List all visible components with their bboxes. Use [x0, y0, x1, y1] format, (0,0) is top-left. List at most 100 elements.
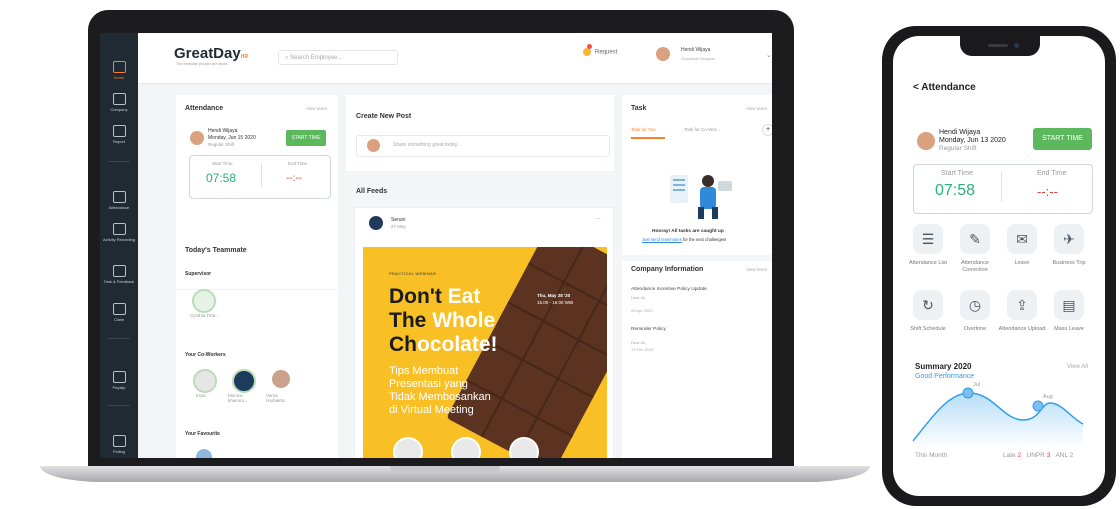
avatar[interactable] — [193, 369, 217, 393]
send-teammates-link[interactable]: Just send teammates — [642, 237, 682, 242]
sidebar-item-home[interactable]: Home — [100, 61, 138, 80]
bell-icon — [583, 44, 592, 56]
task-illustration — [670, 175, 732, 219]
attendance-date: Monday, Jun 13 2020 — [939, 137, 1006, 144]
sidebar-item-label: Claim — [113, 317, 125, 322]
create-post-title: Create New Post — [356, 113, 412, 120]
top-bar: GreatDayHR The everyday people care abou… — [138, 33, 772, 84]
start-time-value: 07:58 — [206, 171, 237, 185]
webinar-promo-image[interactable]: PRACTICAL WEBINAR Don't Eat The Whole Ch… — [363, 247, 607, 458]
phone-screen: < Attendance Hendi Wijaya Monday, Jun 13… — [893, 36, 1105, 496]
shift-label: Regular Shift — [208, 142, 235, 147]
poster-name: Seruni — [391, 217, 406, 223]
company-info-item-date: 13 Feb 2019 — [631, 347, 654, 352]
back-to-attendance[interactable]: < Attendance — [913, 82, 976, 93]
supervisor-label: Supervisor — [185, 271, 212, 277]
employee-name: Hendi Wijaya — [939, 129, 981, 136]
coworkers-label: Your Co-Workers — [185, 352, 226, 358]
avatar — [369, 216, 383, 230]
unpr-value: 3 — [1046, 452, 1051, 459]
sidebar-item-polling[interactable]: Polling — [100, 435, 138, 454]
attendance-list-icon[interactable]: ☰ — [913, 224, 943, 254]
anl-value: 2 — [1069, 452, 1074, 459]
attendance-correction-icon[interactable]: ✎ — [960, 224, 990, 254]
end-time-label: End Time — [1037, 170, 1067, 177]
sidebar-item-task-feedback[interactable]: Task & Feedback — [100, 265, 138, 284]
company-info-item-date: 09 Apr 2020 — [631, 308, 653, 313]
avatar[interactable] — [196, 449, 212, 458]
camera-icon — [1014, 43, 1019, 48]
summary-chart — [912, 387, 1084, 448]
company-info-item-title[interactable]: Reminder Policy — [631, 327, 666, 332]
coworker-name: Monica khairuni... — [228, 393, 248, 403]
overtime-icon[interactable]: ◷ — [960, 290, 990, 320]
sidebar-item-report[interactable]: Report — [100, 125, 138, 144]
business-trip-icon[interactable]: ✈ — [1054, 224, 1084, 254]
tab-task-for-you[interactable]: Task for You — [631, 127, 656, 132]
anl-label: ANL — [1055, 452, 1068, 459]
coworker-name: Varna Harbaktio — [266, 393, 286, 403]
more-icon[interactable]: ... — [595, 214, 601, 221]
search-placeholder: Search Employee... — [290, 55, 343, 61]
view-more-link[interactable]: View More — [746, 267, 767, 272]
sidebar-item-payslip[interactable]: Payslip — [100, 371, 138, 390]
promo-headline-dark: Ch — [389, 333, 417, 356]
attendance-upload-icon[interactable]: ⇪ — [1007, 290, 1037, 320]
sidebar-item-label: Report — [112, 139, 125, 144]
feature-label: Attendance Upload — [998, 326, 1046, 332]
promo-headline-white: Whole — [432, 309, 496, 332]
greatday-logo[interactable]: GreatDayHR — [174, 45, 248, 62]
task-icon — [112, 265, 126, 277]
sidebar-item-company[interactable]: Company — [100, 93, 138, 112]
sidebar-item-activity-recording[interactable]: Activity Recording — [100, 223, 138, 242]
teammate-title: Today's Teammate — [185, 247, 247, 254]
shift-schedule-icon[interactable]: ↻ — [913, 290, 943, 320]
avatar[interactable] — [272, 370, 290, 388]
notification-dot — [587, 44, 592, 49]
mass-leave-icon[interactable]: ▤ — [1054, 290, 1084, 320]
user-menu[interactable]: Hendi Wijaya Graphical Designer — [681, 47, 715, 61]
attendance-column: Attendance View More Hendi Wijaya Monday… — [176, 95, 338, 458]
late-value: 2 — [1017, 452, 1022, 459]
avatar[interactable] — [192, 289, 216, 313]
sidebar-item-claim[interactable]: Claim — [100, 303, 138, 322]
speaker-grille — [988, 44, 1008, 47]
tab-task-for-coworkers[interactable]: Task for Co-Wor... — [684, 127, 720, 132]
avatar — [367, 139, 380, 152]
avatar[interactable] — [656, 47, 670, 61]
attendance-title: Attendance — [185, 105, 224, 112]
all-feeds-title: All Feeds — [356, 188, 388, 195]
attendance-date: Monday, Jun 15 2020 — [208, 135, 256, 141]
start-time-button[interactable]: START TIME — [286, 130, 326, 146]
promo-subtitle-line: Tidak Membosankan — [389, 391, 491, 403]
task-title: Task — [631, 105, 647, 112]
unpr-label: UNPR — [1026, 452, 1045, 459]
sidebar-item-attendance[interactable]: Attendance — [100, 191, 138, 210]
chart-point-label: Jul — [973, 382, 981, 388]
add-task-icon[interactable]: + — [762, 124, 772, 136]
chevron-down-icon[interactable]: ⌄ — [766, 51, 772, 59]
sidebar: Home Company Report Attendance Activity … — [100, 33, 138, 458]
chart-point-label: Aug — [1043, 394, 1053, 400]
view-all-link[interactable]: View All — [1067, 364, 1088, 370]
start-time-button[interactable]: START TIME — [1033, 128, 1092, 150]
create-post-card: Create New Post Share something great to… — [346, 95, 614, 171]
company-info-item-title[interactable]: Attendance Incentive Policy Update — [631, 287, 707, 292]
start-time-value: 07:58 — [935, 182, 976, 199]
section-divider — [622, 255, 772, 261]
feature-label: Business Trip — [1052, 260, 1086, 266]
payslip-icon — [112, 371, 126, 383]
request-button[interactable]: Request — [583, 44, 617, 56]
leave-icon[interactable]: ✉ — [1007, 224, 1037, 254]
create-post-input[interactable]: Share something great today... — [356, 135, 610, 157]
start-time-label: Start Time — [941, 170, 973, 177]
supervisor-name: Cynthia Tirta... — [190, 313, 220, 318]
avatar[interactable] — [232, 369, 256, 393]
caught-up-text: Hooray! All tasks are caught up — [652, 229, 724, 234]
search-input[interactable]: ⌕ Search Employee... — [278, 50, 398, 65]
sidebar-divider — [108, 405, 130, 406]
feature-label: Mass Leave — [1054, 326, 1084, 332]
view-more-link[interactable]: View More — [746, 106, 767, 111]
view-more-link[interactable]: View More — [306, 106, 327, 111]
create-post-placeholder: Share something great today... — [393, 142, 462, 148]
